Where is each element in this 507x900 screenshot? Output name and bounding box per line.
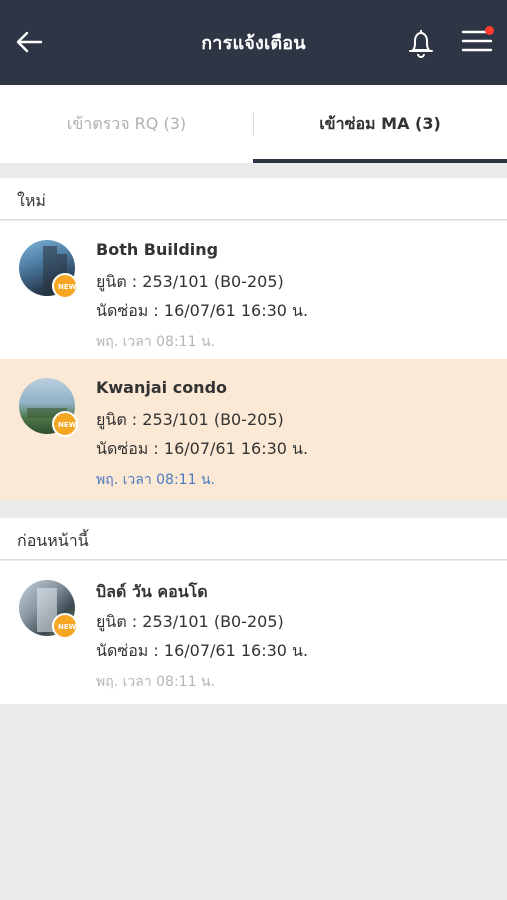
bell-icon[interactable]	[404, 26, 438, 60]
new-badge-icon: NEW	[52, 613, 78, 639]
top-bar: การแจ้งเตือน	[0, 0, 507, 85]
section-title: ก่อนหน้านี้	[17, 531, 89, 550]
timestamp: พฤ. เวลา 08:11 น.	[96, 472, 215, 488]
timestamp: พฤ. เวลา 08:11 น.	[96, 674, 215, 690]
notification-dot	[485, 26, 494, 35]
notification-item[interactable]: NEW Both Building ยูนิต : 253/101 (B0-20…	[0, 221, 507, 362]
unit-text: ยูนิต : 253/101 (B0-205)	[96, 272, 284, 291]
section-header-earlier: ก่อนหน้านี้	[0, 518, 507, 560]
appointment-text: นัดซ่อม : 16/07/61 16:30 น.	[96, 641, 309, 660]
tab-bar: เข้าตรวจ RQ (3) เข้าซ่อม MA (3)	[0, 85, 507, 163]
tab-rq[interactable]: เข้าตรวจ RQ (3)	[0, 85, 253, 163]
unit-text: ยูนิต : 253/101 (B0-205)	[96, 612, 284, 631]
appointment-text: นัดซ่อม : 16/07/61 16:30 น.	[96, 301, 309, 320]
building-name: Both Building	[96, 240, 219, 259]
building-name: Kwanjai condo	[96, 378, 228, 397]
timestamp: พฤ. เวลา 08:11 น.	[96, 334, 215, 350]
notification-item[interactable]: NEW บิลด์ วัน คอนโด ยูนิต : 253/101 (B0-…	[0, 561, 507, 704]
building-name: บิลด์ วัน คอนโด	[96, 582, 208, 601]
new-badge-icon: NEW	[52, 273, 78, 299]
notification-item[interactable]: NEW Kwanjai condo ยูนิต : 253/101 (B0-20…	[0, 359, 507, 500]
active-tab-indicator	[253, 159, 507, 163]
tab-ma[interactable]: เข้าซ่อม MA (3)	[253, 85, 507, 163]
unit-text: ยูนิต : 253/101 (B0-205)	[96, 410, 284, 429]
section-title: ใหม่	[17, 191, 46, 210]
section-header-new: ใหม่	[0, 178, 507, 220]
appointment-text: นัดซ่อม : 16/07/61 16:30 น.	[96, 439, 309, 458]
new-badge-icon: NEW	[52, 411, 78, 437]
